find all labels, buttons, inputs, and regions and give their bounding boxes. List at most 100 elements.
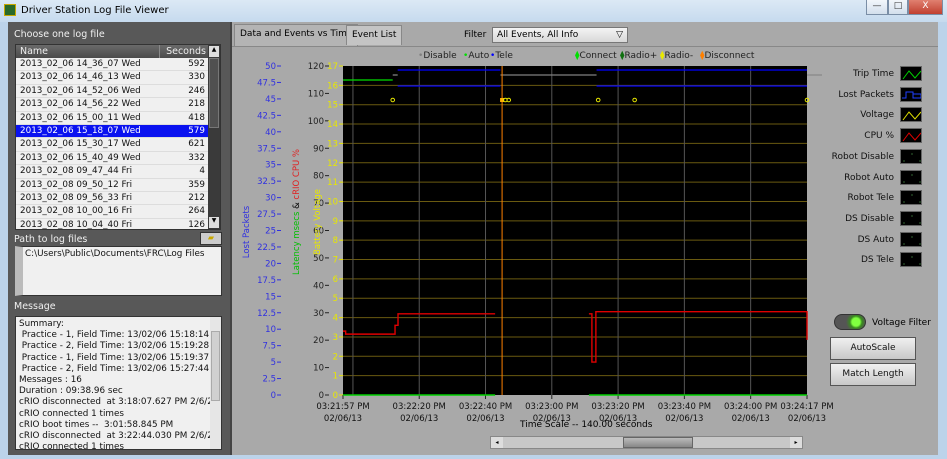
plot-legend-label: Robot Disable xyxy=(831,151,894,162)
y-tick-label-axis0: 37.5 xyxy=(257,144,276,154)
message-box[interactable]: Summary: Practice - 1, Field Time: 13/02… xyxy=(15,316,222,450)
y-tick-label-axis2: 16 xyxy=(327,81,338,91)
plot-legend-dots-icon[interactable] xyxy=(900,231,922,247)
scroll-up-arrow[interactable]: ▲ xyxy=(209,46,219,57)
maximize-button[interactable]: □ xyxy=(888,0,908,15)
y-tick-label-axis0: 15 xyxy=(265,292,276,302)
log-file-row[interactable]: 2013_02_06 15_30_17 Wed 621 xyxy=(16,138,209,152)
log-file-row[interactable]: 2013_02_06 15_00_11 Wed 418 xyxy=(16,112,209,125)
y-tick-label-axis0: 35 xyxy=(265,161,276,171)
x-tick-label: 03:23:40 PM xyxy=(658,402,711,412)
log-file-row[interactable]: 2013_02_06 15_40_49 Wed 332 xyxy=(16,152,209,166)
y-tick-label-axis2: 9 xyxy=(333,217,338,227)
close-button[interactable]: X xyxy=(908,0,943,15)
x-tick-date: 02/06/13 xyxy=(400,414,438,424)
log-file-row[interactable]: 2013_02_06 14_52_06 Wed 246 xyxy=(16,85,209,99)
y-tick-label-axis1: 40 xyxy=(313,281,324,291)
log-file-row[interactable]: 2013_02_06 14_36_07 Wed 592 xyxy=(16,58,209,72)
scroll-down-arrow[interactable]: ▼ xyxy=(209,217,219,228)
plot-legend-dots-icon[interactable] xyxy=(900,148,922,164)
file-name: 2013_02_06 15_40_49 Wed xyxy=(20,152,141,163)
plot-legend-dots-icon[interactable] xyxy=(900,169,922,185)
voltage-filter-toggle[interactable] xyxy=(834,314,866,330)
plot-legend-label: Robot Auto xyxy=(844,172,894,183)
message-line: cRIO connected 1 times xyxy=(19,442,124,450)
scroll-thumb[interactable] xyxy=(209,58,219,128)
x-tick-label: 03:24:00 PM xyxy=(724,402,777,412)
y-tick-label-axis0: 42.5 xyxy=(257,111,276,121)
message-line: Messages : 16 xyxy=(19,375,82,386)
path-value: C:\Users\Public\Documents\FRC\Log Files xyxy=(25,249,205,259)
log-file-row[interactable]: 2013_02_08 09_50_12 Fri 359 xyxy=(16,179,209,192)
y-tick-label-axis1: 30 xyxy=(313,309,324,319)
file-name: 2013_02_06 14_52_06 Wed xyxy=(20,85,141,96)
file-seconds: 418 xyxy=(188,112,205,123)
y-tick-label-axis1: 10 xyxy=(313,364,324,374)
log-file-row[interactable]: 2013_02_08 10_04_40 Fri 126 xyxy=(16,219,209,229)
message-line: Practice - 2, Field Time: 13/02/06 15:19… xyxy=(19,341,210,352)
plot-legend-label: CPU % xyxy=(864,131,894,142)
minimize-button[interactable]: — xyxy=(866,0,888,15)
x-tick-label: 03:24:17 PM xyxy=(780,402,833,412)
plot-legend-line-red-icon[interactable] xyxy=(900,128,922,144)
plot-legend-step-blue-icon[interactable] xyxy=(900,86,922,102)
log-file-row[interactable]: 2013_02_06 15_18_07 Wed 579 xyxy=(16,124,209,139)
file-seconds: 592 xyxy=(188,59,205,69)
file-seconds: 579 xyxy=(188,125,205,136)
list-scrollbar[interactable]: ▲ ▼ xyxy=(208,45,220,229)
match-length-button[interactable]: Match Length xyxy=(830,363,916,386)
message-label: Message xyxy=(14,301,56,312)
column-name[interactable]: Name xyxy=(20,45,48,58)
path-field[interactable]: C:\Users\Public\Documents\FRC\Log Files xyxy=(15,246,222,296)
browse-folder-button[interactable]: ▰ xyxy=(200,232,222,245)
plot-legend-dots-icon[interactable] xyxy=(900,190,922,206)
scroll-right-arrow[interactable]: ▸ xyxy=(790,437,802,448)
y-tick-label-axis0: 17.5 xyxy=(257,276,276,286)
x-tick-date: 02/06/13 xyxy=(466,414,504,424)
y-tick-label-axis2: 12 xyxy=(327,159,338,169)
log-file-row[interactable]: 2013_02_06 14_56_22 Wed 218 xyxy=(16,98,209,112)
y-tick-label-axis2: 15 xyxy=(327,101,338,111)
y-tick-label-axis0: 32.5 xyxy=(257,177,276,187)
x-tick-label: 03:22:40 PM xyxy=(459,402,512,412)
list-header: Name Seconds xyxy=(16,45,209,58)
y-tick-label-axis0: 22.5 xyxy=(257,243,276,253)
x-tick-date: 02/06/13 xyxy=(324,414,362,424)
x-tick-label: 03:23:00 PM xyxy=(525,402,578,412)
scroll-left-arrow[interactable]: ◂ xyxy=(491,437,503,448)
message-scroll-thumb[interactable] xyxy=(211,331,220,401)
plot-legend-label: Trip Time xyxy=(853,69,894,79)
y-tick-label-axis2: 7 xyxy=(333,256,338,266)
y-tick-label-axis2: 11 xyxy=(327,178,338,188)
message-line: Practice - 2, Field Time: 13/02/06 15:27… xyxy=(19,363,210,374)
file-seconds: 332 xyxy=(188,152,205,163)
time-scrollbar[interactable]: ◂ ▸ xyxy=(490,436,803,449)
x-tick-label: 03:21:57 PM xyxy=(316,402,369,412)
y-tick-label-axis0: 50 xyxy=(265,62,276,72)
app-icon xyxy=(4,4,16,16)
autoscale-button[interactable]: AutoScale xyxy=(830,337,916,360)
time-scroll-thumb[interactable] xyxy=(623,437,694,448)
plot-legend-label: DS Disable xyxy=(845,213,894,224)
log-file-row[interactable]: 2013_02_08 10_00_16 Fri 264 xyxy=(16,205,209,219)
file-name: 2013_02_08 09_47_44 Fri xyxy=(20,166,133,177)
window-title: Driver Station Log File Viewer xyxy=(21,5,169,16)
plot-legend-dots-icon[interactable] xyxy=(900,210,922,226)
log-file-row[interactable]: 2013_02_08 09_56_33 Fri 212 xyxy=(16,192,209,206)
log-file-row[interactable]: 2013_02_06 14_46_13 Wed 330 xyxy=(16,71,209,85)
y-tick-label-axis0: 10 xyxy=(265,325,276,335)
plot-legend-dots-icon[interactable] xyxy=(900,252,922,268)
y-tick-label-axis1: 120 xyxy=(308,62,324,72)
log-file-row[interactable]: 2013_02_08 09_47_44 Fri 4 xyxy=(16,165,209,179)
file-name: 2013_02_08 10_00_16 Fri xyxy=(20,206,133,217)
plot-legend-line-green-icon[interactable] xyxy=(900,66,922,81)
axis-title-part: Latency msecs xyxy=(292,211,302,275)
column-seconds[interactable]: Seconds xyxy=(159,45,206,58)
y-tick-label-axis2: 2 xyxy=(333,352,338,362)
file-name: 2013_02_08 09_50_12 Fri xyxy=(20,179,133,190)
log-file-list[interactable]: Name Seconds 2013_02_06 14_36_07 Wed 592 2… xyxy=(15,44,221,230)
message-line: Summary: xyxy=(19,319,64,329)
plot-area xyxy=(343,66,807,395)
message-scrollbar[interactable] xyxy=(210,317,221,449)
plot-legend-line-yellow-icon[interactable] xyxy=(900,107,922,123)
